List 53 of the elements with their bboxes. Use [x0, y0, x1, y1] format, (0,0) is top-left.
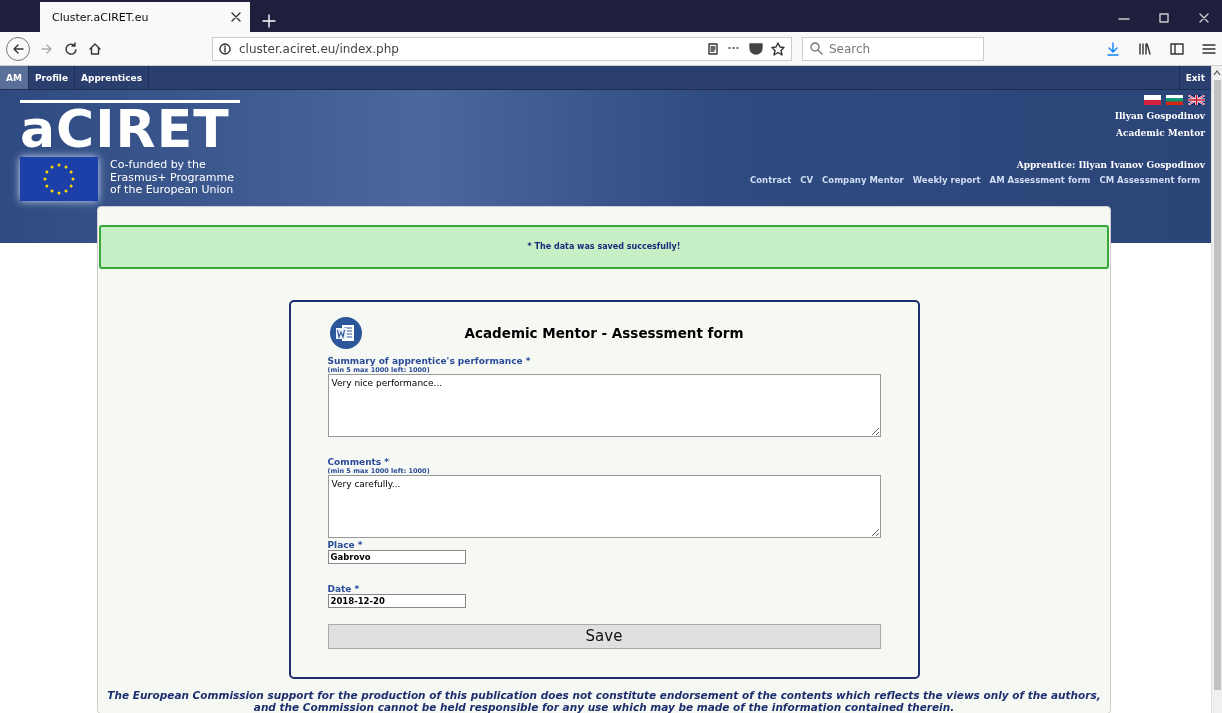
header-link[interactable]: CV	[800, 175, 814, 185]
input-field[interactable]: 2018-12-20	[327, 593, 466, 608]
header-link[interactable]: AM Assessment form	[989, 175, 1091, 185]
download-icon[interactable]	[1106, 41, 1120, 56]
field-label: Comments *	[327, 456, 391, 467]
success-message: * The data was saved succesfully!	[99, 225, 1109, 269]
eu-flag-icon	[20, 157, 98, 201]
reload-icon[interactable]	[64, 41, 78, 56]
apprentice-name: Apprentice: Iliyan Ivanov Gospodinov	[1016, 160, 1205, 170]
close-icon[interactable]	[1198, 12, 1210, 24]
nav-tab[interactable]: Profile	[28, 66, 75, 89]
nav-tab[interactable]: AM	[0, 66, 29, 89]
address-bar[interactable]: cluster.aciret.eu/index.php	[212, 36, 792, 61]
polish-flag-icon[interactable]	[1144, 95, 1161, 105]
scroll-up-icon[interactable]	[1213, 69, 1221, 77]
header-link[interactable]: Company Mentor	[822, 175, 904, 185]
header-link[interactable]: Weekly report	[912, 175, 981, 185]
nav-tab[interactable]: Apprentices	[75, 66, 149, 89]
text-area[interactable]: Very nice performance...	[327, 373, 881, 437]
user-name: Iliyan Gospodinov	[1114, 111, 1205, 121]
bulgarian-flag-icon[interactable]	[1166, 95, 1183, 105]
text-area[interactable]: Very carefully...	[327, 474, 881, 538]
logo: aCIRET	[20, 100, 240, 151]
input-field[interactable]: Gabrovo	[327, 549, 466, 564]
url-text: cluster.aciret.eu/index.php	[239, 41, 399, 56]
library-icon[interactable]	[1138, 41, 1152, 56]
field-label: Summary of apprentice's performance *	[327, 355, 532, 366]
home-icon[interactable]	[88, 41, 102, 56]
scroll-thumb[interactable]	[1213, 80, 1221, 690]
field-label: Date *	[327, 583, 361, 594]
user-role: Academic Mentor	[1116, 128, 1205, 138]
maximize-icon[interactable]	[1158, 12, 1170, 24]
document-icon	[327, 316, 364, 349]
browser-tab[interactable]: Cluster.aCIRET.eu	[40, 2, 250, 32]
british-flag-icon[interactable]	[1188, 95, 1205, 105]
info-icon[interactable]	[219, 42, 231, 55]
search-icon[interactable]	[810, 41, 823, 55]
field-label: Place *	[327, 539, 364, 550]
search-field[interactable]: Search	[802, 36, 984, 61]
reader-icon[interactable]	[707, 42, 719, 55]
disclaimer-text: The European Commission support for the production of this publication does not constitute endorsement of the contents which reflects the views only of the authors, and the Commission cannot be held responsible for any use which may be made of the information contained therein.	[106, 689, 1102, 713]
bookmark-icon[interactable]	[771, 41, 785, 56]
form-title: Academic Mentor - Assessment form	[463, 324, 745, 341]
tab-title: Cluster.aCIRET.eu	[52, 10, 149, 24]
header-link[interactable]: CM Assessment form	[1099, 175, 1200, 185]
save-button[interactable]: Save	[327, 623, 881, 649]
close-tab-icon[interactable]	[230, 11, 242, 23]
header-link[interactable]: Contract	[750, 175, 792, 185]
scrollbar[interactable]	[1211, 66, 1222, 713]
menu-icon[interactable]	[1202, 41, 1216, 56]
funding-text: Co-funded by the Erasmus+ Programme of the European Union	[110, 157, 234, 197]
sidebar-icon[interactable]	[1170, 41, 1184, 56]
new-tab-icon[interactable]	[262, 14, 276, 28]
